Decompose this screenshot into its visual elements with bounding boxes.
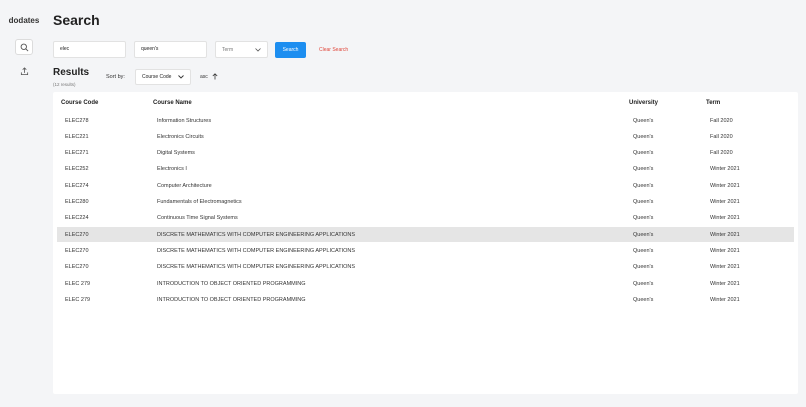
cell-course-name: Digital Systems bbox=[157, 150, 195, 157]
cell-university: Queen's bbox=[633, 296, 654, 303]
cell-course-name: Computer Architecture bbox=[157, 182, 212, 189]
column-header-course-name[interactable]: Course Name bbox=[153, 100, 192, 106]
cell-course-code: ELEC 279 bbox=[65, 280, 91, 287]
cell-university: Queen's bbox=[633, 199, 654, 205]
cell-course-code: ELEC274 bbox=[65, 182, 89, 189]
cell-course-code: ELEC270 bbox=[65, 247, 89, 254]
table-row[interactable]: ELEC 279 INTRODUCTION TO OBJECT ORIENTED … bbox=[57, 276, 794, 291]
column-header-course-code[interactable]: Course Code bbox=[61, 100, 98, 106]
cell-university: Queen's bbox=[633, 247, 654, 254]
clear-search-button[interactable]: Clear Search bbox=[319, 47, 348, 53]
brand-logo[interactable]: dodates bbox=[9, 16, 40, 25]
results-count: (12 results) bbox=[53, 82, 76, 87]
subject-input[interactable]: elec bbox=[53, 41, 126, 58]
cell-term: Winter 2021 bbox=[710, 264, 740, 271]
cell-course-name: Electronics I bbox=[157, 166, 187, 173]
table-row[interactable]: ELEC252 Electronics I Queen's Winter 2021 bbox=[57, 162, 794, 177]
cell-course-name: Fundamentals of Electromagnetics bbox=[157, 199, 242, 205]
table-row[interactable]: ELEC278 Information Structures Queen's Fall… bbox=[57, 113, 794, 128]
main-content: Search elec queen's Term Search Clear Se… bbox=[53, 0, 798, 407]
cell-university: Queen's bbox=[633, 264, 654, 271]
cell-term: Fall 2020 bbox=[710, 150, 733, 157]
cell-university: Queen's bbox=[633, 166, 654, 173]
cell-term: Winter 2021 bbox=[710, 215, 740, 222]
cell-term: Winter 2021 bbox=[710, 166, 740, 173]
cell-university: Queen's bbox=[633, 133, 654, 140]
sort-direction-toggle[interactable]: asc bbox=[200, 73, 218, 80]
cell-term: Fall 2020 bbox=[710, 133, 733, 140]
upload-icon bbox=[20, 66, 28, 75]
cell-course-code: ELEC224 bbox=[65, 215, 89, 222]
sort-select[interactable]: Course Code bbox=[135, 69, 191, 85]
cell-university: Queen's bbox=[633, 280, 654, 287]
table-row[interactable]: ELEC224 Continuous Time Signal Systems Que… bbox=[57, 211, 794, 226]
cell-course-name: DISCRETE MATHEMATICS WITH COMPUTER ENGIN… bbox=[157, 231, 356, 238]
cell-term: Winter 2021 bbox=[710, 247, 740, 254]
sort-direction-label: asc bbox=[200, 73, 208, 80]
cell-course-name: Electronics Circuits bbox=[157, 133, 204, 140]
cell-course-name: DISCRETE MATHEMATICS WITH COMPUTER ENGIN… bbox=[157, 264, 356, 271]
chevron-down-icon bbox=[255, 47, 261, 52]
table-row[interactable]: ELEC270 DISCRETE MATHEMATICS WITH COMPUTE… bbox=[57, 243, 794, 258]
cell-course-code: ELEC278 bbox=[65, 117, 89, 124]
cell-course-code: ELEC270 bbox=[65, 264, 89, 271]
column-header-term[interactable]: Term bbox=[706, 100, 720, 106]
term-select-value: Term bbox=[222, 46, 234, 53]
cell-term: Winter 2021 bbox=[710, 182, 740, 189]
table-row[interactable]: ELEC 279 INTRODUCTION TO OBJECT ORIENTED … bbox=[57, 292, 794, 307]
cell-course-code: ELEC 279 bbox=[65, 296, 91, 303]
cell-university: Queen's bbox=[633, 182, 654, 189]
sort-by-label: Sort by: bbox=[106, 74, 125, 80]
search-button[interactable]: Search bbox=[275, 41, 306, 58]
cell-course-name: INTRODUCTION TO OBJECT ORIENTED PROGRAMM… bbox=[157, 296, 306, 303]
results-heading: Results bbox=[53, 67, 90, 78]
cell-term: Winter 2021 bbox=[710, 199, 740, 205]
arrow-up-icon bbox=[212, 73, 218, 80]
sidebar-item-search[interactable] bbox=[15, 39, 33, 55]
chevron-down-icon bbox=[178, 75, 184, 79]
search-icon bbox=[20, 43, 28, 51]
sidebar: dodates bbox=[0, 0, 48, 407]
cell-university: Queen's bbox=[633, 150, 654, 157]
cell-course-name: Information Structures bbox=[157, 117, 212, 124]
cell-university: Queen's bbox=[633, 231, 654, 238]
cell-term: Winter 2021 bbox=[710, 280, 740, 287]
table-row[interactable]: ELEC270 DISCRETE MATHEMATICS WITH COMPUTE… bbox=[57, 227, 794, 243]
column-header-university[interactable]: University bbox=[629, 100, 658, 106]
cell-term: Winter 2021 bbox=[710, 296, 740, 303]
cell-course-name: DISCRETE MATHEMATICS WITH COMPUTER ENGIN… bbox=[157, 247, 356, 254]
term-select[interactable]: Term bbox=[215, 41, 268, 58]
cell-course-name: Continuous Time Signal Systems bbox=[157, 215, 238, 222]
table-row[interactable]: ELEC270 DISCRETE MATHEMATICS WITH COMPUTE… bbox=[57, 260, 794, 275]
sidebar-item-upload[interactable] bbox=[15, 63, 33, 79]
cell-university: Queen's bbox=[633, 117, 654, 124]
page-title: Search bbox=[53, 12, 100, 28]
table-row[interactable]: ELEC280 Fundamentals of Electromagnetics Q… bbox=[57, 195, 794, 210]
cell-course-code: ELEC271 bbox=[65, 150, 89, 157]
table-header: Course Code Course Name University Term bbox=[53, 100, 798, 110]
cell-term: Fall 2020 bbox=[710, 117, 733, 124]
cell-term: Winter 2021 bbox=[710, 231, 740, 238]
results-table: Course Code Course Name University Term … bbox=[53, 92, 798, 394]
cell-university: Queen's bbox=[633, 215, 654, 222]
cell-course-code: ELEC252 bbox=[65, 166, 89, 173]
table-row[interactable]: ELEC271 Digital Systems Queen's Fall 2020 bbox=[57, 146, 794, 161]
cell-course-name: INTRODUCTION TO OBJECT ORIENTED PROGRAMM… bbox=[157, 280, 306, 287]
sort-select-value: Course Code bbox=[142, 74, 172, 80]
cell-course-code: ELEC280 bbox=[65, 199, 89, 205]
table-row[interactable]: ELEC221 Electronics Circuits Queen's Fall 2… bbox=[57, 129, 794, 144]
search-form: elec queen's Term Search Clear Search bbox=[53, 41, 348, 58]
cell-course-code: ELEC221 bbox=[65, 133, 89, 140]
table-row[interactable]: ELEC274 Computer Architecture Queen's Winte… bbox=[57, 178, 794, 193]
cell-course-code: ELEC270 bbox=[65, 231, 89, 238]
school-input[interactable]: queen's bbox=[134, 41, 207, 58]
